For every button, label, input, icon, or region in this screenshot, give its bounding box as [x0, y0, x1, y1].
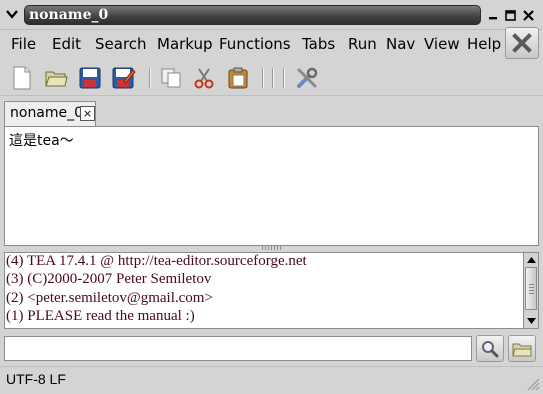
- window-title: noname_0: [29, 7, 109, 23]
- title-bar: noname_0: [0, 0, 543, 30]
- toolbar-separator: [272, 68, 274, 88]
- browse-button[interactable]: [508, 335, 536, 362]
- close-document-button[interactable]: [505, 27, 539, 59]
- menu-help[interactable]: Help: [467, 34, 501, 54]
- menu-markup[interactable]: Markup: [157, 34, 213, 54]
- tools-icon[interactable]: [294, 65, 320, 91]
- log-pane[interactable]: (4) TEA 17.4.1 @ http://tea-editor.sourc…: [4, 252, 523, 329]
- menu-tabs[interactable]: Tabs: [302, 34, 335, 54]
- log-line: (2) <peter.semiletov@gmail.com>: [6, 290, 213, 306]
- menu-search[interactable]: Search: [95, 34, 147, 54]
- menu-nav[interactable]: Nav: [386, 34, 415, 54]
- scroll-up-icon[interactable]: [525, 254, 537, 266]
- status-bar: UTF-8 LF: [0, 366, 543, 394]
- toolbar: [0, 60, 543, 96]
- tab-label: noname_0: [10, 105, 84, 121]
- new-file-icon[interactable]: [9, 65, 35, 91]
- close-window-icon[interactable]: [521, 7, 535, 23]
- search-icon: [482, 340, 499, 357]
- menu-view[interactable]: View: [424, 34, 460, 54]
- menu-run[interactable]: Run: [348, 34, 377, 54]
- window-menu-icon[interactable]: [4, 6, 20, 22]
- maximize-icon[interactable]: [503, 7, 517, 23]
- tab-close-icon[interactable]: ×: [80, 106, 95, 121]
- toolbar-separator: [149, 68, 151, 88]
- open-file-icon[interactable]: [43, 65, 69, 91]
- log-line: (4) TEA 17.4.1 @ http://tea-editor.sourc…: [6, 253, 307, 269]
- resize-grip-icon[interactable]: [526, 377, 540, 391]
- close-x-icon: [512, 33, 532, 53]
- scroll-down-icon[interactable]: [525, 315, 537, 327]
- window-title-bar[interactable]: noname_0: [24, 5, 481, 25]
- save-as-icon[interactable]: [111, 65, 137, 91]
- cut-icon[interactable]: [191, 65, 217, 91]
- toolbar-separator: [262, 68, 264, 88]
- folder-icon: [512, 343, 532, 356]
- copy-icon[interactable]: [158, 65, 184, 91]
- minimize-icon[interactable]: [486, 7, 500, 23]
- search-button[interactable]: [476, 335, 504, 362]
- log-line: (3) (C)2000-2007 Peter Semiletov: [6, 271, 212, 287]
- menu-file[interactable]: File: [11, 34, 36, 54]
- toolbar-separator: [283, 68, 285, 88]
- command-input[interactable]: [4, 336, 472, 361]
- editor-content: 這是tea～: [9, 133, 74, 149]
- save-icon[interactable]: [77, 65, 103, 91]
- paste-icon[interactable]: [225, 65, 251, 91]
- menu-functions[interactable]: Functions: [219, 34, 291, 54]
- scroll-thumb[interactable]: [525, 267, 537, 310]
- tab-noname-0[interactable]: noname_0 ×: [4, 101, 96, 127]
- editor-area[interactable]: 這是tea～: [4, 126, 539, 246]
- log-scrollbar[interactable]: [523, 252, 539, 329]
- menu-bar: File Edit Search Markup Functions Tabs R…: [0, 30, 543, 58]
- menu-edit[interactable]: Edit: [52, 34, 81, 54]
- encoding-status: UTF-8 LF: [6, 371, 66, 387]
- log-line: (1) PLEASE read the manual :): [6, 308, 195, 324]
- splitter-handle[interactable]: [262, 245, 284, 251]
